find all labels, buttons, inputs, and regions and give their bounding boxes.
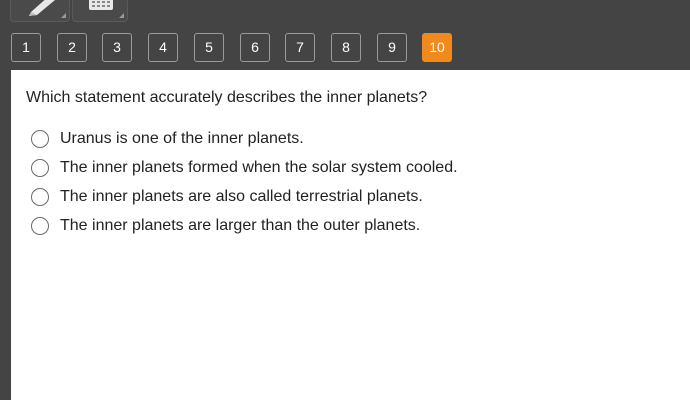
question-nav-button-3[interactable]: 3 <box>102 33 132 62</box>
calculator-icon <box>89 0 113 10</box>
pencil-tool-button[interactable] <box>10 0 70 22</box>
question-text: Which statement accurately describes the… <box>26 89 428 106</box>
question-nav-button-8[interactable]: 8 <box>331 33 361 62</box>
answer-option-4[interactable]: The inner planets are larger than the ou… <box>31 211 458 240</box>
question-nav-button-7[interactable]: 7 <box>285 33 315 62</box>
radio-button[interactable] <box>31 216 49 235</box>
tool-bar <box>0 0 690 24</box>
pencil-icon <box>29 0 55 16</box>
answer-option-2[interactable]: The inner planets formed when the solar … <box>31 153 458 182</box>
question-nav-button-9[interactable]: 9 <box>377 33 407 62</box>
calculator-tool-button[interactable] <box>72 0 128 22</box>
question-nav-button-5[interactable]: 5 <box>194 33 224 62</box>
question-panel: Which statement accurately describes the… <box>11 70 690 400</box>
dropdown-indicator-icon <box>119 13 124 18</box>
question-navigation: 1 2 3 4 5 6 7 8 9 10 <box>0 33 690 63</box>
question-nav-button-4[interactable]: 4 <box>148 33 178 62</box>
answer-option-label: The inner planets formed when the solar … <box>60 158 458 176</box>
answer-option-label: Uranus is one of the inner planets. <box>60 129 304 147</box>
question-nav-button-10[interactable]: 10 <box>422 33 452 62</box>
question-nav-button-2[interactable]: 2 <box>57 33 87 62</box>
answer-option-1[interactable]: Uranus is one of the inner planets. <box>31 124 458 153</box>
dropdown-indicator-icon <box>61 13 66 18</box>
answer-option-3[interactable]: The inner planets are also called terres… <box>31 182 458 211</box>
radio-button[interactable] <box>31 158 49 177</box>
answer-options: Uranus is one of the inner planets. The … <box>31 124 458 240</box>
radio-button[interactable] <box>31 187 49 206</box>
radio-button[interactable] <box>31 129 49 148</box>
question-nav-button-6[interactable]: 6 <box>240 33 270 62</box>
answer-option-label: The inner planets are larger than the ou… <box>60 216 421 234</box>
answer-option-label: The inner planets are also called terres… <box>60 187 423 205</box>
question-nav-button-1[interactable]: 1 <box>11 33 41 62</box>
